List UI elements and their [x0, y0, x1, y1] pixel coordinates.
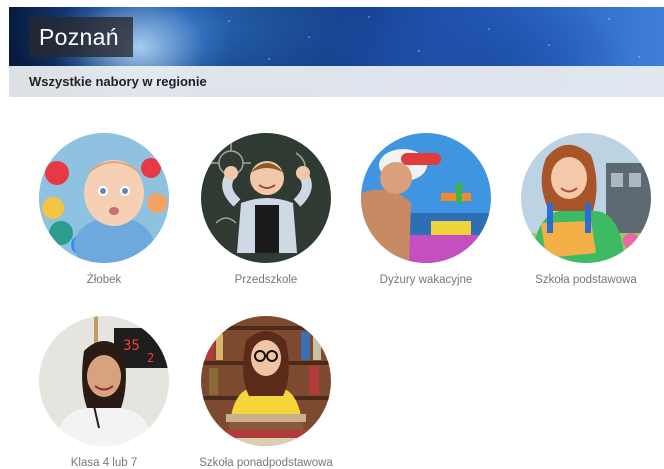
- tile-label: Klasa 4 lub 7: [70, 457, 138, 469]
- region-subbar: Wszystkie nabory w regionie: [9, 66, 664, 97]
- page-title: Poznań: [39, 23, 119, 50]
- tile-dyzury-wakacyjne[interactable]: Dyżury wakacyjne: [346, 133, 506, 286]
- tile-label: Szkoła ponadpodstawowa: [199, 457, 333, 469]
- header-banner: Poznań Wszystkie nabory w regionie: [9, 7, 664, 97]
- summer-child-photo-icon[interactable]: [361, 133, 491, 263]
- tile-szkola-podstawowa[interactable]: Szkoła podstawowa: [506, 133, 664, 286]
- tile-zlobek[interactable]: Żłobek: [24, 133, 184, 286]
- tile-label: Szkoła podstawowa: [535, 274, 637, 286]
- tile-szkola-ponadpodstawowa[interactable]: Szkoła ponadpodstawowa: [186, 316, 346, 469]
- tile-label: Przedszkole: [234, 274, 298, 286]
- tile-label: Dyżury wakacyjne: [379, 274, 473, 286]
- tile-przedszkole[interactable]: Przedszkole: [186, 133, 346, 286]
- region-subtitle: Wszystkie nabory w regionie: [29, 74, 207, 89]
- toddler-photo-icon[interactable]: [39, 133, 169, 263]
- svg-text:2: 2: [147, 351, 154, 365]
- tile-label: Żłobek: [86, 274, 122, 286]
- svg-text:35: 35: [123, 338, 140, 354]
- schoolgirl-photo-icon[interactable]: [521, 133, 651, 263]
- student-books-photo-icon[interactable]: [201, 316, 331, 446]
- teacher-photo-icon[interactable]: 35 2: [39, 316, 169, 446]
- preschool-boy-photo-icon[interactable]: [201, 133, 331, 263]
- tile-klasa-4-lub-7[interactable]: 35 2 Klasa 4 lub 7: [24, 316, 184, 469]
- city-title-box: Poznań: [29, 17, 133, 57]
